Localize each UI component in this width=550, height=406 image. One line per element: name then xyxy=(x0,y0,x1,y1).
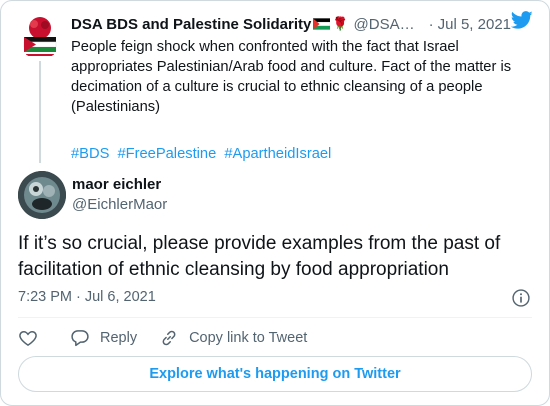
twitter-bird-icon[interactable] xyxy=(511,9,533,31)
separator-dot: · xyxy=(428,15,434,33)
reply-avatar[interactable] xyxy=(18,171,66,219)
parent-handle[interactable]: @DSA… xyxy=(354,16,415,33)
parent-tweet-text: People feign shock when confronted with … xyxy=(71,39,512,115)
reply-handle[interactable]: @EichlerMaor xyxy=(72,196,167,213)
reply-label: Reply xyxy=(100,330,138,346)
hashtag-list: #BDS #FreePalestine #ApartheidIsrael xyxy=(71,146,335,162)
reply-author-name[interactable]: maor eichler xyxy=(72,176,161,193)
reply-tweet-text: If it’s so crucial, please provide examp… xyxy=(18,233,501,280)
explore-twitter-button[interactable]: Explore what's happening on Twitter xyxy=(18,356,532,392)
embedded-tweet-card: DSA BDS and Palestine Solidarity 🌹 @DSA…… xyxy=(0,0,550,406)
parent-date[interactable]: Jul 5, 2021 xyxy=(438,16,511,33)
hashtag-link[interactable]: #ApartheidIsrael xyxy=(224,146,331,162)
tweet-date: Jul 6, 2021 xyxy=(84,289,156,305)
tweet-time: 7:23 PM xyxy=(18,289,72,305)
hashtag-link[interactable]: #FreePalestine xyxy=(117,146,216,162)
reply-button[interactable]: Reply xyxy=(70,328,137,348)
hashtag-link[interactable]: #BDS xyxy=(71,146,109,162)
info-icon[interactable] xyxy=(511,288,531,308)
thread-connector-line xyxy=(39,61,41,163)
like-button[interactable] xyxy=(18,328,38,348)
rose-icon: 🌹 xyxy=(332,16,349,31)
tweet-actions: Reply Copy link to Tweet xyxy=(18,328,307,348)
copy-link-label: Copy link to Tweet xyxy=(189,330,308,346)
palestine-flag-icon xyxy=(313,18,331,30)
divider xyxy=(18,317,532,318)
heart-icon xyxy=(19,330,37,346)
parent-avatar[interactable] xyxy=(16,11,64,59)
reply-icon xyxy=(71,330,89,347)
link-icon xyxy=(162,330,176,346)
copy-link-button[interactable]: Copy link to Tweet xyxy=(159,328,307,348)
parent-author-name[interactable]: DSA BDS and Palestine Solidarity xyxy=(71,16,311,33)
tweet-timestamp[interactable]: 7:23 PM · Jul 6, 2021 xyxy=(18,289,156,305)
